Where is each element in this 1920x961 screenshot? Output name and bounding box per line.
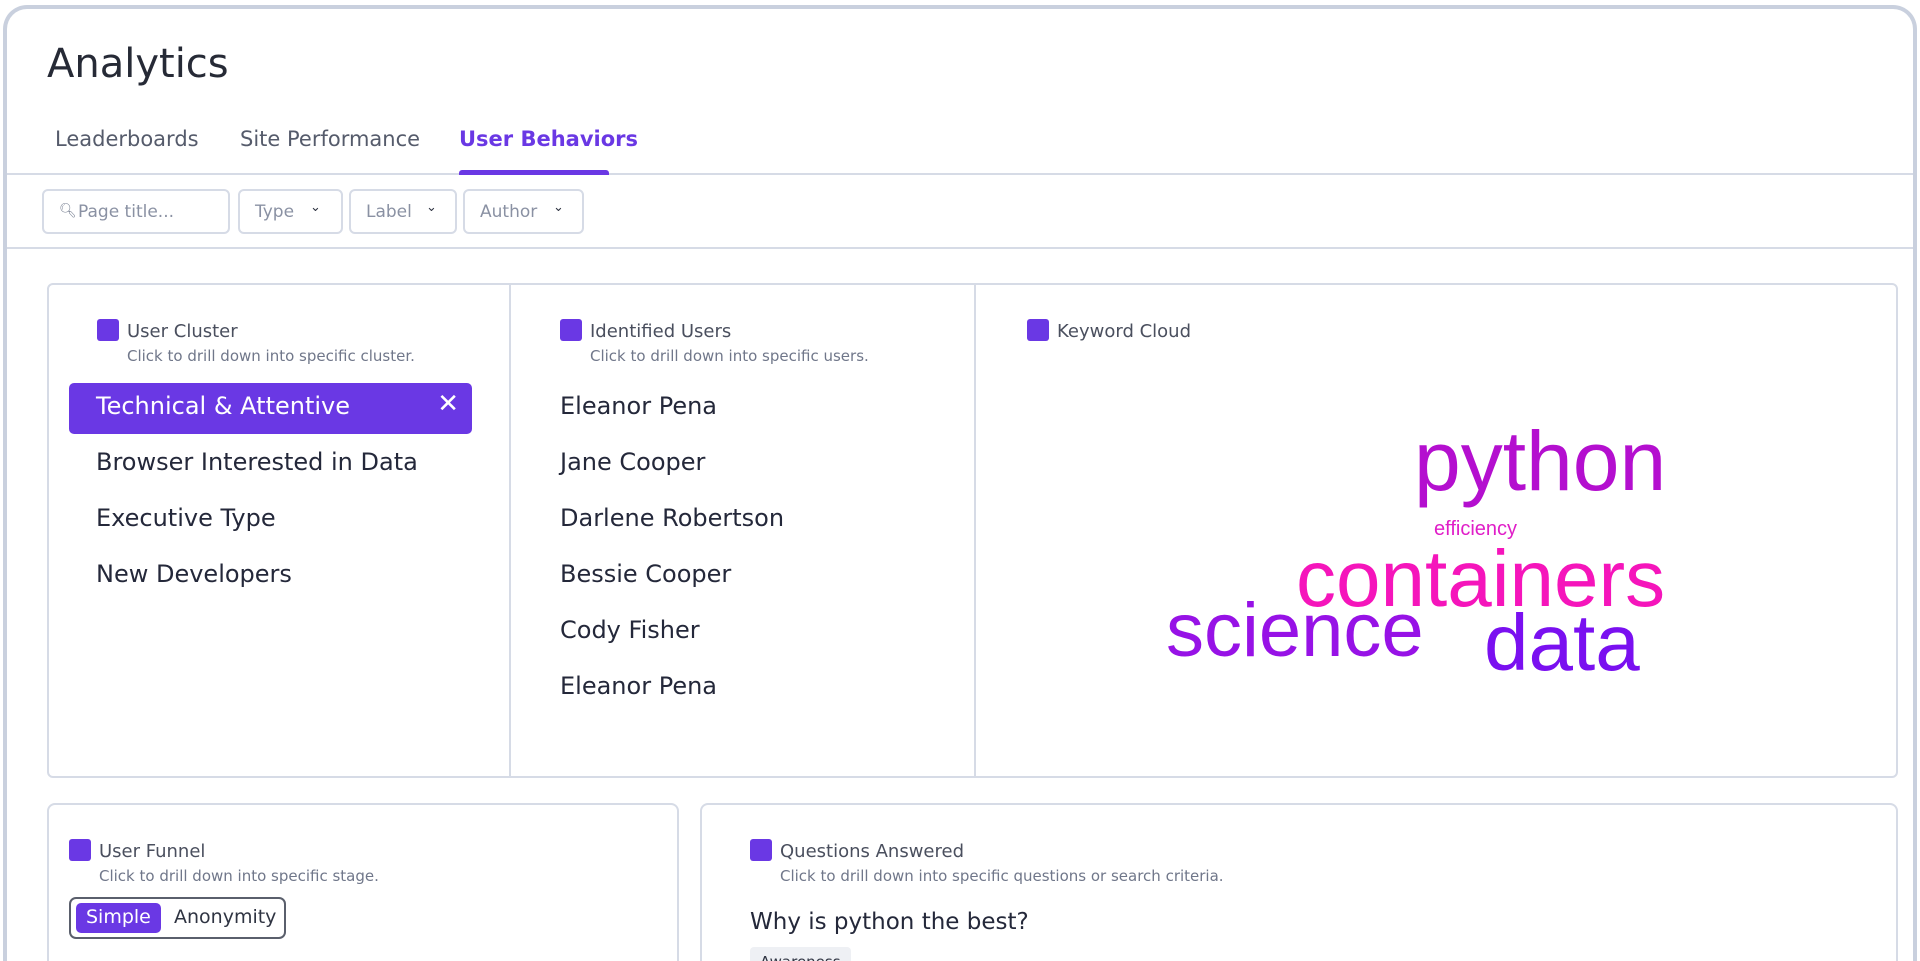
user-item[interactable]: Eleanor Pena: [560, 383, 784, 434]
user-cluster-panel: User Cluster Click to drill down into sp…: [49, 285, 511, 776]
page-title-search-input[interactable]: [78, 200, 218, 224]
label-dropdown[interactable]: Label ⌄: [349, 189, 457, 234]
tab-bar: Leaderboards Site Performance User Behav…: [7, 113, 1913, 175]
type-dropdown[interactable]: Type ⌄: [238, 189, 343, 234]
keyword-cloud: python efficiency containers science dat…: [976, 285, 1898, 776]
toggle-anonymity[interactable]: Anonymity: [164, 903, 286, 933]
user-list: Eleanor Pena Jane Cooper Darlene Roberts…: [560, 383, 784, 719]
questions-answered-title: Questions Answered: [780, 841, 965, 862]
tab-user-behaviors[interactable]: User Behaviors: [459, 127, 638, 151]
cluster-item-label: Executive Type: [96, 504, 276, 532]
user-funnel-subtitle: Click to drill down into specific stage.: [99, 867, 379, 885]
cluster-item-new-developers[interactable]: New Developers: [69, 551, 472, 602]
questions-answered-panel: Questions Answered Click to drill down i…: [700, 803, 1898, 961]
user-item[interactable]: Eleanor Pena: [560, 663, 784, 714]
section-marker-icon: [750, 839, 772, 861]
question-text[interactable]: Why is python the best?: [750, 909, 1029, 935]
questions-answered-subtitle: Click to drill down into specific questi…: [780, 867, 1224, 885]
active-tab-indicator: [459, 170, 609, 175]
question-stage-tag: Awareness: [750, 947, 851, 961]
user-funnel-panel: User Funnel Click to drill down into spe…: [47, 803, 679, 961]
tab-leaderboards[interactable]: Leaderboards: [55, 127, 199, 151]
top-panels: User Cluster Click to drill down into sp…: [47, 283, 1898, 778]
user-item[interactable]: Darlene Robertson: [560, 495, 784, 546]
page-search-box: 🔍︎: [42, 189, 230, 234]
type-dropdown-label: Type: [255, 202, 295, 222]
cluster-item-label: Technical & Attentive: [96, 392, 351, 420]
keyword-data[interactable]: data: [1484, 603, 1640, 683]
page-title: Analytics: [47, 41, 229, 87]
user-item[interactable]: Jane Cooper: [560, 439, 784, 490]
author-dropdown-label: Author: [480, 202, 538, 222]
identified-users-title: Identified Users: [590, 321, 732, 342]
author-dropdown[interactable]: Author ⌄: [463, 189, 584, 234]
keyword-science[interactable]: science: [1166, 593, 1424, 669]
search-icon: 🔍︎: [59, 203, 77, 219]
section-marker-icon: [560, 319, 582, 341]
identified-users-subtitle: Click to drill down into specific users.: [590, 347, 869, 365]
toggle-simple[interactable]: Simple: [76, 903, 161, 933]
identified-users-panel: Identified Users Click to drill down int…: [511, 285, 976, 776]
funnel-mode-toggle: Simple Anonymity: [69, 897, 286, 939]
cluster-item-label: New Developers: [96, 560, 292, 588]
user-item[interactable]: Bessie Cooper: [560, 551, 784, 602]
keyword-python[interactable]: python: [1414, 419, 1666, 503]
section-marker-icon: [69, 839, 91, 861]
chevron-down-icon: ⌄: [310, 200, 321, 215]
tab-site-performance[interactable]: Site Performance: [240, 127, 420, 151]
user-cluster-title: User Cluster: [127, 321, 238, 342]
close-icon[interactable]: ✕: [437, 389, 459, 419]
chevron-down-icon: ⌄: [553, 200, 564, 215]
label-dropdown-label: Label: [366, 202, 412, 222]
user-funnel-title: User Funnel: [99, 841, 206, 862]
user-cluster-subtitle: Click to drill down into specific cluste…: [127, 347, 415, 365]
section-marker-icon: [97, 319, 119, 341]
cluster-list: Technical & Attentive ✕ Browser Interest…: [69, 383, 472, 607]
keyword-cloud-panel: Keyword Cloud python efficiency containe…: [976, 285, 1898, 776]
cluster-item-browser-interested[interactable]: Browser Interested in Data: [69, 439, 472, 490]
cluster-item-executive-type[interactable]: Executive Type: [69, 495, 472, 546]
cluster-item-technical-attentive[interactable]: Technical & Attentive ✕: [69, 383, 472, 434]
filter-bar: 🔍︎ Type ⌄ Label ⌄ Author ⌄: [7, 177, 1913, 249]
app-window: Analytics Leaderboards Site Performance …: [3, 5, 1917, 961]
user-item[interactable]: Cody Fisher: [560, 607, 784, 658]
cluster-item-label: Browser Interested in Data: [96, 448, 418, 476]
chevron-down-icon: ⌄: [426, 200, 437, 215]
